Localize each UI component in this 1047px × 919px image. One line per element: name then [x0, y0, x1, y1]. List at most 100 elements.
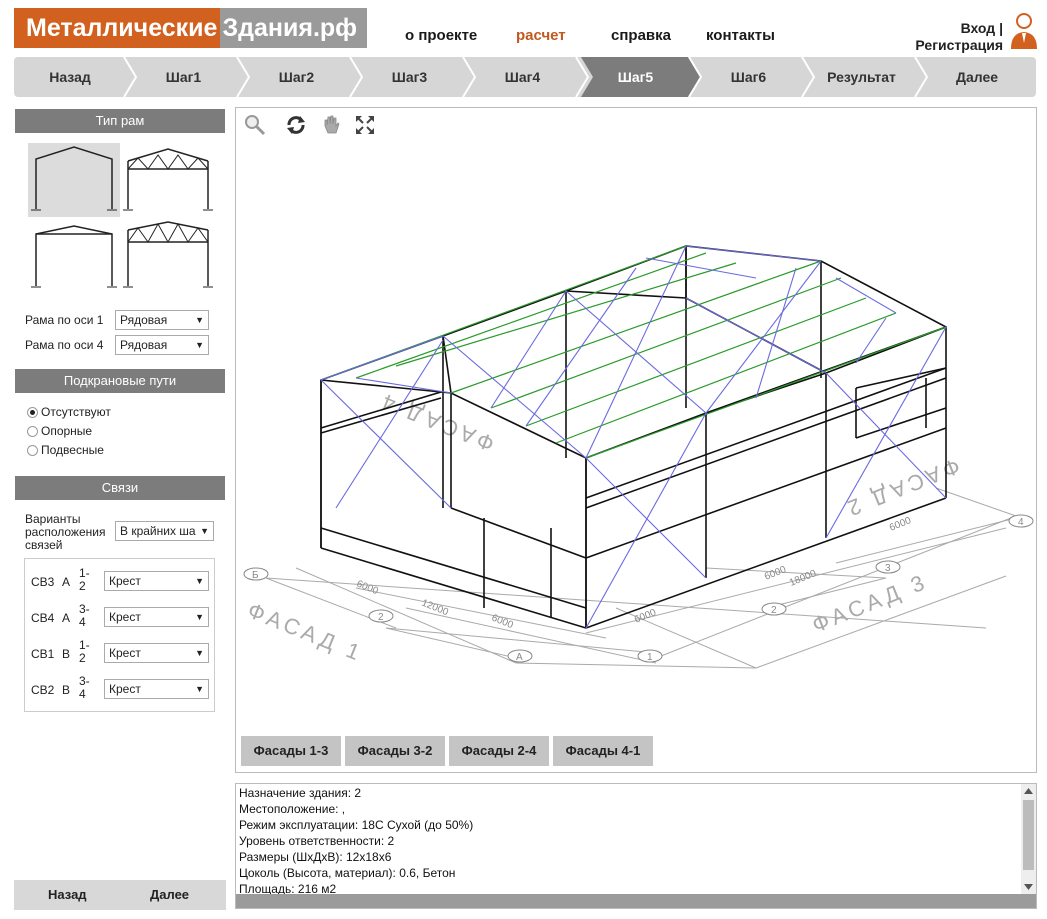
crane-option-suspended[interactable]: Подвесные	[27, 443, 104, 457]
tie-axis: В	[62, 683, 71, 697]
axis-label-4: 4	[1018, 517, 1024, 528]
building-model-drawing: Б 2 А 1 2 3 4 6000 12000 6000 6000 6000 …	[243, 245, 1034, 669]
info-horizontal-bar	[236, 894, 1036, 908]
tie-row: СВ1 В 1-2 Крест	[25, 637, 215, 671]
step-5[interactable]: Шаг5	[579, 57, 692, 97]
info-line: Местоположение: ,	[239, 802, 346, 816]
frame-truss-flat-icon	[123, 221, 213, 288]
crane-option-none-label: Отсутствуют	[41, 405, 111, 419]
tie-code: СВ4	[31, 611, 55, 625]
frame-type-simple[interactable]	[28, 143, 120, 217]
tie-span: 1-2	[79, 638, 90, 665]
info-line: Цоколь (Высота, материал): 0.6, Бетон	[239, 866, 456, 880]
tie-type-select[interactable]: Крест	[104, 607, 209, 627]
tie-span: 3-4	[79, 602, 90, 629]
nav-calculation[interactable]: расчет	[516, 27, 566, 44]
facade-button-1-3[interactable]: Фасады 1-3	[241, 736, 341, 766]
facade-label-3: ФАСАД 3	[809, 569, 932, 638]
tie-axis: В	[62, 647, 71, 661]
step-result[interactable]: Результат	[805, 57, 918, 97]
step-3[interactable]: Шаг3	[353, 57, 466, 97]
user-avatar-icon[interactable]	[1009, 11, 1039, 51]
nav-about[interactable]: о проекте	[405, 27, 477, 44]
crane-option-none[interactable]: Отсутствуют	[27, 405, 111, 419]
frame-type-truss-sloped[interactable]	[122, 143, 214, 217]
frame-type-truss-flat[interactable]	[122, 220, 214, 294]
crane-option-suspended-label: Подвесные	[41, 443, 104, 457]
frame-axis1-label: Рама по оси 1	[25, 313, 104, 327]
step-2[interactable]: Шаг2	[240, 57, 353, 97]
building-info-panel[interactable]: Назначение здания: 2 Местоположение: , Р…	[235, 783, 1037, 909]
logo-part-metal: Металлические	[14, 8, 221, 48]
step-back[interactable]: Назад	[14, 57, 126, 97]
frame-axis1-select[interactable]: Рядовая	[115, 310, 209, 330]
nav-help[interactable]: справка	[611, 27, 671, 44]
info-line: Назначение здания: 2	[239, 786, 362, 800]
axis-label-1: 1	[647, 652, 653, 663]
axis-label-a: А	[516, 652, 523, 663]
scroll-up-icon	[1024, 788, 1033, 794]
register-link[interactable]: Регистрация	[915, 37, 1003, 54]
info-line: Размеры (ШхДхВ): 12х18х6	[239, 850, 392, 864]
tie-span: 3-4	[79, 674, 90, 701]
radio-checked-icon	[27, 406, 38, 418]
tie-row: СВ4 А 3-4 Крест	[25, 601, 215, 635]
axis-label-b2: 2	[378, 612, 384, 623]
tie-type-select[interactable]: Крест	[104, 679, 209, 699]
info-scrollbar[interactable]	[1021, 784, 1036, 894]
crane-header: Подкрановые пути	[15, 369, 225, 393]
frame-axis4-label: Рама по оси 4	[25, 338, 104, 352]
left-bottom-nav: Назад Далее	[14, 880, 226, 910]
left-next-button[interactable]: Далее	[150, 887, 189, 902]
crane-option-support-label: Опорные	[41, 424, 93, 438]
tie-type-select[interactable]: Крест	[104, 643, 209, 663]
dim-label-18000: 18000	[788, 568, 818, 589]
tie-row: СВ3 А 1-2 Крест	[25, 565, 215, 599]
site-logo[interactable]: Металлические Здания.рф	[14, 8, 368, 48]
tie-code: СВ1	[31, 647, 55, 661]
facade-button-3-2[interactable]: Фасады 3-2	[345, 736, 445, 766]
info-line: Уровень ответственности: 2	[239, 834, 395, 848]
dim-label-12000: 12000	[420, 598, 450, 619]
frame-axis4-select[interactable]: Рядовая	[115, 335, 209, 355]
tie-type-select[interactable]: Крест	[104, 571, 209, 591]
dim-label-6000b: 6000	[490, 613, 515, 632]
left-back-button[interactable]: Назад	[48, 887, 87, 902]
tie-code: СВ2	[31, 683, 55, 697]
tie-code: СВ3	[31, 575, 55, 589]
scroll-down-icon	[1024, 884, 1033, 890]
axis-label-b: Б	[252, 570, 259, 581]
ties-variants-select[interactable]: В крайних ша	[115, 521, 214, 541]
facade-label-1: ФАСАД 1	[244, 597, 367, 666]
frame-truss-icon	[123, 148, 213, 211]
step-1[interactable]: Шаг1	[127, 57, 240, 97]
ties-header: Связи	[15, 476, 225, 500]
nav-contacts[interactable]: контакты	[706, 27, 775, 44]
frame-type-flat-beam[interactable]	[28, 220, 120, 294]
frame-beam-icon	[31, 225, 117, 288]
tie-row: СВ2 В 3-4 Крест	[25, 673, 215, 707]
login-block: Вход | Регистрация	[915, 20, 1003, 54]
logo-part-buildings: Здания.рф	[220, 8, 368, 48]
ties-table: СВ3 А 1-2 Крест СВ4 А 3-4 Крест СВ1 В 1-…	[24, 558, 215, 712]
tie-span: 1-2	[79, 566, 90, 593]
tie-axis: А	[62, 575, 71, 589]
info-line: Режим эксплуатации: 18С Сухой (до 50%)	[239, 818, 474, 832]
facade-button-2-4[interactable]: Фасады 2-4	[449, 736, 549, 766]
step-next[interactable]: Далее	[918, 57, 1036, 97]
dim-label-6000a: 6000	[355, 579, 380, 598]
axis-label-3: 3	[885, 563, 891, 574]
step-6[interactable]: Шаг6	[692, 57, 805, 97]
ties-variants-label: Варианты расположения связей	[25, 512, 106, 552]
login-link[interactable]: Вход |	[915, 20, 1003, 37]
tie-axis: А	[62, 611, 71, 625]
wizard-steps: Назад Шаг1 Шаг2 Шаг3 Шаг4 Шаг5 Шаг6 Резу…	[14, 57, 1036, 97]
step-4[interactable]: Шаг4	[466, 57, 579, 97]
axis-label-2: 2	[771, 605, 777, 616]
building-3d-viewer[interactable]: Б 2 А 1 2 3 4 6000 12000 6000 6000 6000 …	[235, 107, 1037, 773]
facade-label-4: ФАСАД 4	[375, 387, 498, 456]
crane-option-support[interactable]: Опорные	[27, 424, 92, 438]
facade-button-4-1[interactable]: Фасады 4-1	[553, 736, 653, 766]
scroll-arrows	[1024, 788, 1033, 890]
dim-label-6000d: 6000	[763, 564, 788, 583]
